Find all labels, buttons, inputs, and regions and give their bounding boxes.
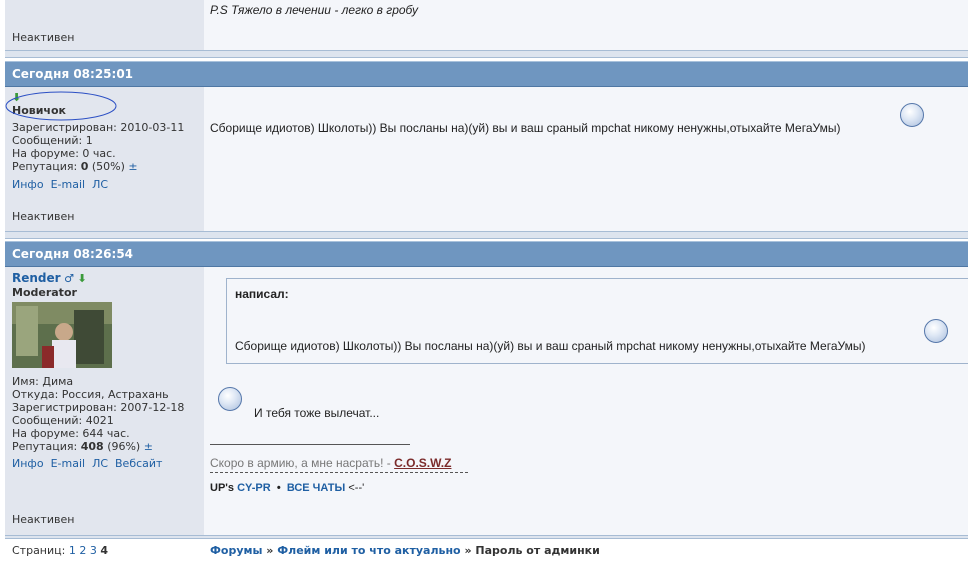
signature-line-1: Скоро в армию, а мне насрать! - C.O.S.W.… bbox=[210, 456, 452, 470]
author-column: Render ♂ ⬇ Moderator Имя: Дима Откуда: Р… bbox=[5, 267, 204, 535]
annotation-ellipse bbox=[5, 91, 117, 121]
reputation: Репутация: 0 (50%) ± bbox=[12, 160, 138, 173]
info-link[interactable]: Инфо bbox=[12, 457, 44, 470]
username-row: Render ♂ ⬇ bbox=[12, 271, 197, 286]
signature-link[interactable]: C.O.S.W.Z bbox=[394, 456, 451, 470]
user-links: Инфо E-mail ЛС bbox=[12, 178, 197, 191]
cy-pr-link[interactable]: CY-PR bbox=[237, 482, 271, 494]
current-page: 4 bbox=[100, 544, 109, 557]
post-header: Сегодня 08:26:54 bbox=[5, 241, 968, 267]
post-1: Сегодня 08:25:01 ⬇ Новичок Зарегистриров… bbox=[5, 61, 968, 231]
post-separator bbox=[5, 231, 968, 239]
status-text: Неактивен bbox=[12, 513, 75, 526]
signature-line: P.S Тяжело в лечении - легко в гробу bbox=[210, 3, 419, 17]
smiley-icon bbox=[900, 103, 924, 127]
breadcrumb-flame[interactable]: Флейм или то что актуально bbox=[277, 544, 460, 557]
quote-box: написал: Сборище идиотов) Школоты)) Вы п… bbox=[226, 278, 968, 364]
post-2: Сегодня 08:26:54 Render ♂ ⬇ Moderator Им… bbox=[5, 241, 968, 535]
page-link-2[interactable]: 2 bbox=[79, 544, 86, 557]
reply-text: И тебя тоже вылечат... bbox=[254, 406, 380, 420]
username-link[interactable]: Render bbox=[12, 271, 61, 285]
reputation-vote-link[interactable]: ± bbox=[128, 160, 137, 173]
post-header: Сегодня 08:25:01 bbox=[5, 61, 968, 87]
forum-time: На форуме: 0 час. bbox=[12, 147, 116, 160]
email-link[interactable]: E-mail bbox=[51, 457, 86, 470]
user-rank: Moderator bbox=[12, 286, 77, 299]
pagination: Страниц: 1 2 3 4 bbox=[12, 544, 109, 557]
message-column: P.S Тяжело в лечении - легко в гробу bbox=[204, 0, 968, 50]
message-column: написал: Сборище идиотов) Школоты)) Вы п… bbox=[204, 267, 968, 535]
breadcrumb-current: Пароль от админки bbox=[475, 544, 600, 557]
user-location: Откуда: Россия, Астрахань bbox=[12, 388, 169, 401]
signature-line-2: UP's CY-PR • ВСЕ ЧАТЫ <--' bbox=[210, 482, 365, 494]
pm-link[interactable]: ЛС bbox=[92, 178, 108, 191]
signature-divider bbox=[210, 444, 410, 445]
post-separator bbox=[5, 535, 968, 539]
email-link[interactable]: E-mail bbox=[51, 178, 86, 191]
breadcrumb: Форумы » Флейм или то что актуально » Па… bbox=[210, 544, 600, 557]
page-link-3[interactable]: 3 bbox=[90, 544, 97, 557]
page-link-1[interactable]: 1 bbox=[69, 544, 76, 557]
quote-author: написал: bbox=[235, 287, 289, 301]
page-footer: Страниц: 1 2 3 4 Форумы » Флейм или то ч… bbox=[0, 540, 968, 562]
status-text: Неактивен bbox=[12, 31, 75, 44]
post-previous: Неактивен P.S Тяжело в лечении - легко в… bbox=[5, 0, 968, 50]
message-count: Сообщений: 1 bbox=[12, 134, 93, 147]
avatar[interactable] bbox=[12, 302, 112, 368]
gender-male-icon: ♂ bbox=[64, 272, 74, 285]
quote-text: Сборище идиотов) Школоты)) Вы посланы на… bbox=[235, 339, 866, 353]
forum-time: На форуме: 644 час. bbox=[12, 427, 130, 440]
reputation-vote-link[interactable]: ± bbox=[144, 440, 153, 453]
smiley-icon bbox=[218, 387, 242, 411]
post-separator bbox=[5, 50, 968, 58]
message-count: Сообщений: 4021 bbox=[12, 414, 114, 427]
breadcrumb-forums[interactable]: Форумы bbox=[210, 544, 262, 557]
pm-link[interactable]: ЛС bbox=[92, 457, 108, 470]
smiley-icon bbox=[924, 319, 948, 343]
info-link[interactable]: Инфо bbox=[12, 178, 44, 191]
all-chats-link[interactable]: ВСЕ ЧАТЫ bbox=[287, 482, 345, 494]
message-text: Сборище идиотов) Школоты)) Вы посланы на… bbox=[210, 121, 841, 135]
reputation: Репутация: 408 (96%) ± bbox=[12, 440, 153, 453]
user-links: Инфо E-mail ЛС Вебсайт bbox=[12, 457, 197, 470]
user-name: Имя: Дима bbox=[12, 375, 74, 388]
rank-down-icon: ⬇ bbox=[77, 272, 87, 285]
message-column: Сборище идиотов) Школоты)) Вы посланы на… bbox=[204, 87, 968, 231]
website-link[interactable]: Вебсайт bbox=[115, 457, 162, 470]
status-text: Неактивен bbox=[12, 210, 75, 223]
author-column: Неактивен bbox=[5, 0, 204, 50]
registered-date: Зарегистрирован: 2007-12-18 bbox=[12, 401, 185, 414]
signature-dash bbox=[210, 472, 468, 473]
